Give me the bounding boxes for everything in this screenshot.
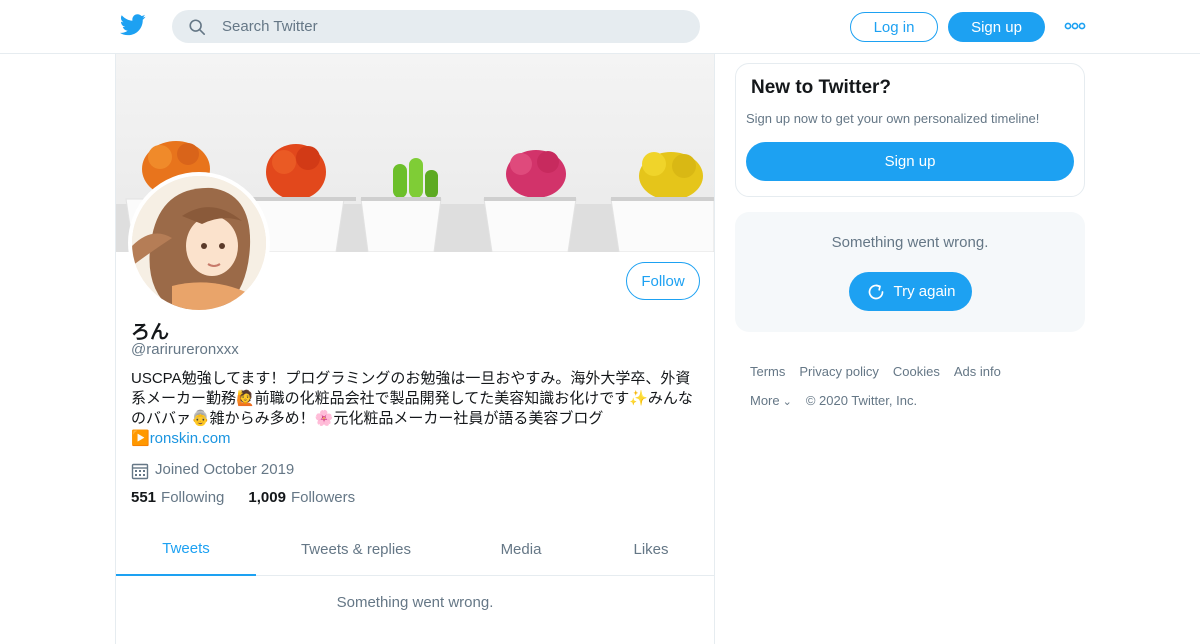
try-again-button[interactable]: Try again (849, 272, 972, 311)
refresh-icon (868, 284, 883, 299)
login-button[interactable]: Log in (850, 12, 938, 42)
joined-date: Joined October 2019 (131, 458, 294, 480)
profile-handle[interactable]: @rarirureronxxx (131, 341, 239, 358)
tab-likes[interactable]: Likes (606, 522, 696, 576)
new-to-twitter-card: New to Twitter? Sign up now to get your … (735, 63, 1085, 197)
follow-stats: 551 Following 1,009 Followers (131, 489, 379, 506)
avatar-illustration (132, 176, 266, 310)
footer-link-ads-info[interactable]: Ads info (954, 364, 1001, 379)
calendar-icon (131, 463, 149, 480)
footer-link-cookies[interactable]: Cookies (893, 364, 940, 379)
profile-bio: USCPA勉強してます！プログラミングのお勉強は一旦おやすみ。海外大学卒、外資系… (131, 369, 701, 449)
bio-link-prefix: ▶️ (131, 430, 150, 447)
sidebar-signup-button[interactable]: Sign up (746, 142, 1074, 181)
footer: Terms Privacy policy Cookies Ads info Mo… (750, 364, 1080, 422)
bio-text: USCPA勉強してます！プログラミングのお勉強は一旦おやすみ。海外大学卒、外資系… (131, 370, 693, 427)
profile-display-name: ろん (131, 322, 170, 343)
top-navigation-bar: Log in Sign up (0, 0, 1200, 54)
profile-avatar[interactable] (128, 172, 270, 314)
tab-media[interactable]: Media (476, 522, 566, 576)
followers-count[interactable]: 1,009 (248, 489, 286, 506)
follow-button[interactable]: Follow (626, 262, 700, 300)
footer-link-terms[interactable]: Terms (750, 364, 785, 379)
search-icon (189, 19, 206, 36)
followers-label[interactable]: Followers (291, 489, 355, 506)
joined-text: Joined October 2019 (155, 460, 295, 478)
timeline-error-message: Something went wrong. (336, 594, 494, 611)
search-bar[interactable] (172, 10, 700, 43)
footer-more-menu[interactable]: More ⌄ (750, 393, 792, 408)
search-input[interactable] (222, 10, 682, 43)
tab-tweets-and-replies[interactable]: Tweets & replies (276, 522, 436, 576)
tab-tweets[interactable]: Tweets (116, 522, 256, 576)
new-to-twitter-subtitle: Sign up now to get your own personalized… (746, 111, 1040, 126)
footer-link-privacy[interactable]: Privacy policy (799, 364, 878, 379)
following-label[interactable]: Following (161, 489, 224, 506)
chevron-down-icon: ⌄ (782, 396, 792, 408)
following-count[interactable]: 551 (131, 489, 156, 506)
twitter-bird-icon[interactable] (120, 14, 146, 36)
sidebar-error-message: Something went wrong. (831, 234, 989, 251)
signup-button[interactable]: Sign up (948, 12, 1045, 42)
profile-tabs: Tweets Tweets & replies Media Likes (116, 522, 714, 576)
try-again-label: Try again (893, 283, 956, 300)
footer-copyright: © 2020 Twitter, Inc. (805, 393, 918, 408)
more-dots-icon[interactable] (1064, 20, 1086, 32)
bio-website-link[interactable]: ronskin.com (150, 430, 231, 447)
new-to-twitter-title: New to Twitter? (751, 77, 892, 98)
sidebar-error-card: Something went wrong. Try again (735, 212, 1085, 332)
profile-column: Follow ろん @rarirureronxxx USCPA勉強してます！プロ… (115, 54, 715, 644)
footer-more-label: More (750, 393, 780, 408)
